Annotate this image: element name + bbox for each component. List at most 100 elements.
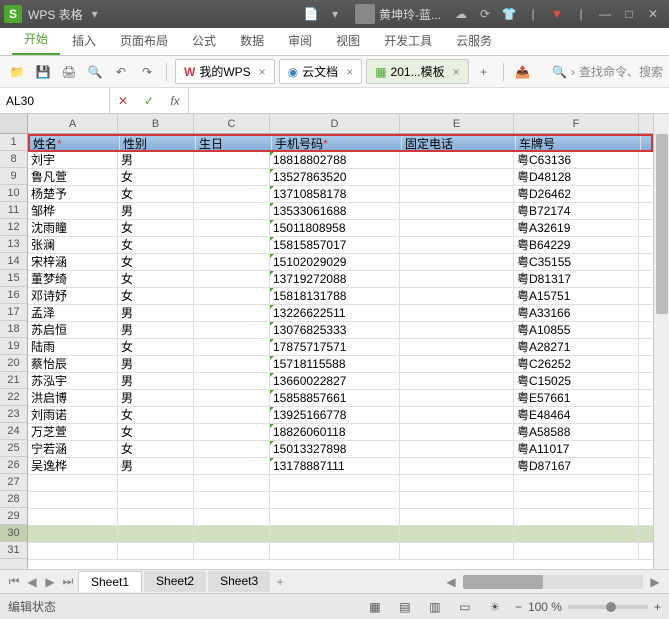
cell[interactable] — [28, 492, 118, 508]
cell[interactable]: 粤E48464 — [514, 407, 639, 423]
cell[interactable]: 粤A58588 — [514, 424, 639, 440]
add-sheet-icon[interactable]: + — [272, 575, 288, 589]
row-header[interactable]: 30 — [0, 525, 27, 542]
print-icon[interactable]: 🖨 — [58, 61, 80, 83]
cell[interactable]: 粤A10855 — [514, 322, 639, 338]
row-header[interactable]: 21 — [0, 372, 27, 389]
cell[interactable]: 孟泽 — [28, 305, 118, 321]
cell[interactable] — [194, 543, 270, 559]
row-header[interactable]: 31 — [0, 542, 27, 559]
row-header[interactable]: 25 — [0, 440, 27, 457]
cell[interactable] — [400, 322, 514, 338]
row-header[interactable]: 29 — [0, 508, 27, 525]
col-header-E[interactable]: E — [400, 114, 514, 133]
row-header[interactable]: 17 — [0, 304, 27, 321]
cell[interactable]: 女 — [118, 169, 194, 185]
cell[interactable]: 姓名* — [30, 136, 120, 150]
row-header[interactable]: 16 — [0, 287, 27, 304]
cell[interactable] — [194, 271, 270, 287]
ribbon-tab-0[interactable]: 开始 — [12, 24, 60, 55]
cell[interactable] — [194, 509, 270, 525]
cell[interactable]: 生日 — [196, 136, 272, 150]
sheet-tab-0[interactable]: Sheet1 — [78, 571, 142, 592]
view-normal-icon[interactable]: ▦ — [365, 600, 385, 614]
cell[interactable]: 15858857661 — [270, 390, 400, 406]
doc-tab-0[interactable]: W我的WPS× — [175, 59, 275, 84]
dropdown-icon[interactable]: ▾ — [85, 4, 105, 24]
cloud-icon[interactable]: ☁ — [451, 4, 471, 24]
cell[interactable] — [194, 305, 270, 321]
cell[interactable] — [194, 373, 270, 389]
row-header[interactable]: 27 — [0, 474, 27, 491]
ribbon-tab-1[interactable]: 插入 — [60, 26, 108, 55]
cell[interactable] — [514, 492, 639, 508]
cell[interactable]: 女 — [118, 288, 194, 304]
cell[interactable] — [194, 441, 270, 457]
cell[interactable] — [400, 407, 514, 423]
cell[interactable]: 宁若涵 — [28, 441, 118, 457]
cell[interactable] — [194, 458, 270, 474]
row-header[interactable]: 8 — [0, 151, 27, 168]
cell[interactable]: 男 — [118, 203, 194, 219]
cell[interactable]: 18818802788 — [270, 152, 400, 168]
cell[interactable] — [118, 526, 194, 542]
cell[interactable] — [400, 543, 514, 559]
row-header[interactable]: 22 — [0, 389, 27, 406]
cell[interactable] — [400, 220, 514, 236]
maximize-icon[interactable]: □ — [619, 4, 639, 24]
cell[interactable]: 13719272088 — [270, 271, 400, 287]
doc-tab-1[interactable]: ◉云文档× — [279, 59, 363, 84]
cell[interactable] — [118, 543, 194, 559]
refresh-icon[interactable]: ⟳ — [475, 4, 495, 24]
cell[interactable] — [514, 475, 639, 491]
cell[interactable] — [194, 475, 270, 491]
ribbon-tab-6[interactable]: 视图 — [324, 26, 372, 55]
sheet-first-icon[interactable]: ⏮ — [6, 574, 22, 589]
col-header-F[interactable]: F — [514, 114, 639, 133]
cell[interactable]: 粤A28271 — [514, 339, 639, 355]
view-page-icon[interactable]: ▤ — [395, 600, 415, 614]
zoom-in-icon[interactable]: + — [654, 600, 661, 614]
close-tab-icon[interactable]: × — [346, 65, 353, 79]
view-break-icon[interactable]: ▥ — [425, 600, 445, 614]
col-header-A[interactable]: A — [28, 114, 118, 133]
cell[interactable]: 沈雨瞳 — [28, 220, 118, 236]
cancel-icon[interactable]: ✕ — [110, 94, 136, 108]
cell[interactable] — [400, 458, 514, 474]
cell[interactable] — [400, 526, 514, 542]
cell[interactable] — [194, 390, 270, 406]
arrow-down-icon[interactable]: ▼ — [547, 4, 567, 24]
row-header[interactable]: 10 — [0, 185, 27, 202]
cell[interactable]: 蔡怡辰 — [28, 356, 118, 372]
cell[interactable] — [400, 169, 514, 185]
col-header-D[interactable]: D — [270, 114, 400, 133]
cell[interactable]: 男 — [118, 373, 194, 389]
cell[interactable]: 粤C26252 — [514, 356, 639, 372]
close-tab-icon[interactable]: × — [259, 65, 266, 79]
close-tab-icon[interactable]: × — [453, 65, 460, 79]
cell[interactable]: 粤B72174 — [514, 203, 639, 219]
cell[interactable] — [400, 424, 514, 440]
redo-icon[interactable]: ↷ — [136, 61, 158, 83]
cell[interactable]: 女 — [118, 254, 194, 270]
cell[interactable] — [400, 288, 514, 304]
cell[interactable] — [194, 152, 270, 168]
row-header[interactable]: 14 — [0, 253, 27, 270]
cell[interactable]: 粤C35155 — [514, 254, 639, 270]
cell[interactable]: 13925166778 — [270, 407, 400, 423]
cell[interactable]: 男 — [118, 305, 194, 321]
row-header[interactable]: 15 — [0, 270, 27, 287]
cell[interactable] — [400, 254, 514, 270]
cell[interactable]: 张澜 — [28, 237, 118, 253]
cell[interactable]: 粤A32619 — [514, 220, 639, 236]
ribbon-tab-4[interactable]: 数据 — [228, 26, 276, 55]
cell[interactable]: 15818131788 — [270, 288, 400, 304]
cell[interactable] — [400, 339, 514, 355]
cell[interactable]: 女 — [118, 237, 194, 253]
cell[interactable] — [270, 543, 400, 559]
sheet-tab-2[interactable]: Sheet3 — [208, 571, 270, 592]
cell[interactable] — [270, 509, 400, 525]
share-icon[interactable]: 📤 — [512, 61, 534, 83]
cell[interactable] — [194, 220, 270, 236]
cell[interactable]: 车牌号 — [516, 136, 641, 150]
